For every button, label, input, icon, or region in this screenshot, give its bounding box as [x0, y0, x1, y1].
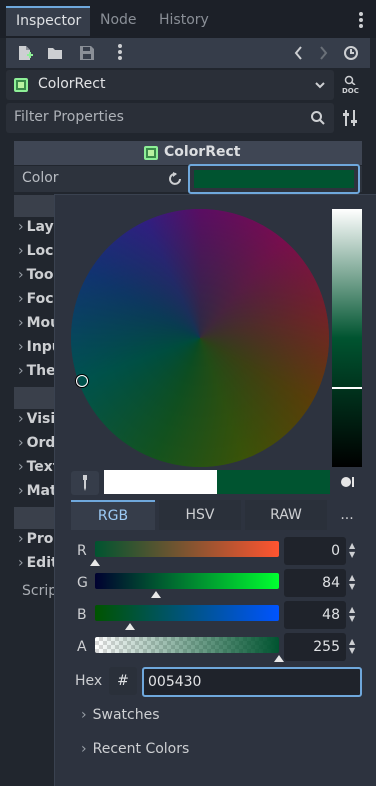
tab-node[interactable]: Node [100, 6, 137, 36]
chevron-down-icon [315, 82, 325, 89]
recent-colors-foldable[interactable]: › Recent Colors [81, 741, 189, 757]
mode-more-button[interactable]: ... [333, 500, 361, 530]
group-header [14, 195, 54, 217]
chevron-right-icon: › [81, 707, 87, 723]
property-group-item[interactable]: › Visi [18, 411, 55, 427]
color-wheel-shade [71, 209, 329, 467]
hex-hash-toggle[interactable]: # [109, 667, 137, 695]
dock-tab-bar: Inspector Node History [0, 0, 376, 38]
channel-label-r: R [77, 543, 87, 559]
screen-picker-button[interactable] [71, 471, 99, 495]
slider-r-thumb[interactable] [90, 559, 100, 566]
tab-history[interactable]: History [159, 6, 209, 36]
property-group-item[interactable]: › Ord [18, 435, 55, 451]
script-label: Scrip [22, 583, 58, 599]
color-rect-icon [14, 78, 28, 92]
channel-label-a: A [77, 639, 87, 655]
mode-hsv[interactable]: HSV [159, 500, 241, 530]
spin-g[interactable]: 84 [284, 569, 346, 597]
hex-input[interactable]: 005430 [142, 667, 362, 697]
inspector-toolbar [6, 38, 370, 68]
search-doc-icon [344, 75, 356, 86]
spin-r[interactable]: 0 [284, 537, 346, 565]
history-back-icon[interactable] [290, 44, 308, 62]
save-icon[interactable] [78, 44, 96, 62]
eyedropper-icon [83, 475, 87, 491]
history-forward-icon[interactable] [314, 44, 332, 62]
doc-label: DOC [342, 87, 359, 95]
group-header [14, 507, 54, 529]
color-picker-popup: RGB HSV RAW ... R 0 ▲ ▼ G 84 ▲ ▼ B 48 ▲ ▼ A… [54, 194, 376, 786]
section-title: ColorRect [164, 144, 241, 160]
slider-r[interactable] [95, 541, 279, 557]
tab-inspector[interactable]: Inspector [6, 6, 90, 36]
mode-raw[interactable]: RAW [245, 500, 327, 530]
value-slider-marker[interactable] [332, 387, 362, 389]
hex-label: Hex [75, 673, 103, 689]
old-color-preview[interactable] [104, 470, 217, 494]
filter-placeholder: Filter Properties [14, 109, 124, 125]
section-header: ColorRect [14, 141, 362, 165]
slider-a[interactable] [95, 637, 279, 653]
object-history-icon[interactable] [342, 44, 360, 62]
node-name: ColorRect [38, 76, 106, 92]
recent-colors-label: Recent Colors [92, 741, 190, 757]
spin-r-arrows[interactable]: ▲ ▼ [349, 541, 359, 563]
load-resource-icon[interactable] [46, 44, 64, 62]
spin-a-arrows[interactable]: ▲ ▼ [349, 637, 359, 659]
sample-toggle-icon[interactable] [341, 476, 355, 488]
spin-a[interactable]: 255 [284, 633, 346, 661]
object-tools-icon[interactable] [342, 109, 358, 127]
new-color-preview [217, 470, 330, 494]
dock-menu-icon[interactable] [359, 12, 363, 30]
doc-button[interactable]: DOC [342, 75, 360, 95]
group-header [14, 387, 54, 409]
channel-label-b: B [77, 607, 87, 623]
value-slider[interactable] [332, 209, 362, 467]
color-property-label: Color [22, 170, 59, 186]
slider-g[interactable] [95, 573, 279, 589]
chevron-right-icon: › [81, 741, 87, 757]
color-mode-tabs: RGB HSV RAW ... [71, 500, 361, 530]
spin-b[interactable]: 48 [284, 601, 346, 629]
search-icon [311, 111, 325, 125]
filter-properties-input[interactable]: Filter Properties [6, 103, 334, 133]
more-menu-icon[interactable] [118, 44, 122, 62]
slider-g-thumb[interactable] [150, 591, 161, 598]
spin-b-arrows[interactable]: ▲ ▼ [349, 605, 359, 627]
spin-g-arrows[interactable]: ▲ ▼ [349, 573, 359, 595]
slider-a-thumb[interactable] [274, 655, 284, 662]
color-rect-icon [144, 146, 158, 160]
slider-b-thumb[interactable] [124, 623, 135, 630]
property-group-item[interactable]: › Tool [18, 267, 58, 283]
channel-label-g: G [77, 575, 88, 591]
property-group-item[interactable]: › Edit [18, 555, 58, 571]
slider-b[interactable] [95, 605, 279, 621]
revert-icon[interactable] [168, 171, 184, 187]
color-wheel-cursor[interactable] [76, 375, 88, 387]
swatches-foldable[interactable]: › Swatches [81, 707, 160, 723]
node-selector[interactable]: ColorRect [6, 70, 334, 100]
new-resource-icon[interactable] [16, 44, 34, 62]
mode-rgb[interactable]: RGB [71, 500, 155, 530]
color-swatch [194, 170, 354, 188]
swatches-label: Swatches [92, 707, 160, 723]
property-group-item[interactable]: › Mat [18, 483, 57, 499]
color-picker-button[interactable] [188, 164, 360, 194]
